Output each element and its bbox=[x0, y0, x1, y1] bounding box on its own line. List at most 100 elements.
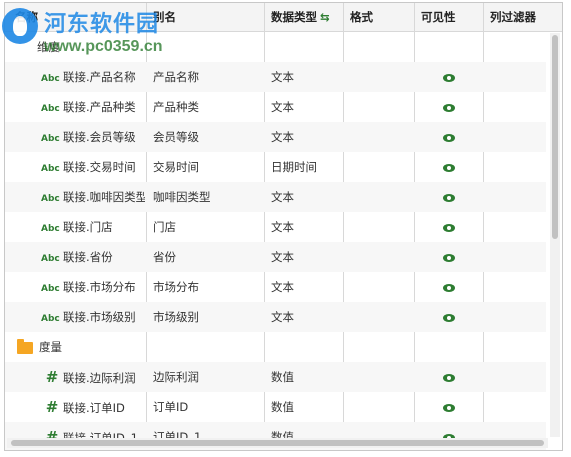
vertical-scrollbar[interactable] bbox=[550, 33, 560, 437]
table-body: 维度 Abc 联接.产品名称 产品名称 文本 Abc 联接.产品种类 产品种类 文本… bbox=[5, 32, 546, 450]
alias-cell[interactable]: 订单ID bbox=[153, 392, 188, 422]
alias-cell[interactable]: 门店 bbox=[153, 212, 176, 242]
field-name: 联接.产品名称 bbox=[63, 70, 136, 84]
refresh-icon[interactable]: ⇆ bbox=[320, 10, 330, 24]
field-name-cell: Abc 联接.省份 bbox=[41, 242, 145, 272]
table-row[interactable]: Abc 联接.市场分布 市场分布 文本 bbox=[5, 272, 546, 302]
alias-cell[interactable]: 咖啡因类型 bbox=[153, 182, 211, 212]
number-type-icon: # bbox=[45, 398, 59, 416]
alias-cell[interactable]: 市场级别 bbox=[153, 302, 199, 332]
column-header-datatype[interactable]: 数据类型 ⇆ bbox=[265, 3, 343, 31]
visibility-toggle[interactable] bbox=[443, 242, 455, 272]
text-type-icon: Abc bbox=[41, 314, 60, 324]
column-header-format[interactable]: 格式 bbox=[344, 3, 414, 31]
alias-cell[interactable]: 会员等级 bbox=[153, 122, 199, 152]
alias-cell[interactable]: 产品种类 bbox=[153, 92, 199, 122]
text-type-icon: Abc bbox=[41, 74, 60, 84]
visibility-toggle[interactable] bbox=[443, 272, 455, 302]
eye-icon bbox=[443, 193, 455, 202]
eye-icon bbox=[443, 223, 455, 232]
visibility-toggle[interactable] bbox=[443, 62, 455, 92]
eye-icon bbox=[443, 373, 455, 382]
text-type-icon: Abc bbox=[41, 134, 60, 144]
field-name-cell: Abc 联接.交易时间 bbox=[41, 152, 145, 182]
visibility-toggle[interactable] bbox=[443, 92, 455, 122]
group-row-measures[interactable]: 度量 bbox=[5, 332, 546, 362]
table-row[interactable]: Abc 联接.门店 门店 文本 bbox=[5, 212, 546, 242]
eye-icon bbox=[443, 313, 455, 322]
field-table-panel: 名称 别名 数据类型⇆ 格式 可见性 列过滤器 维度 Abc联接.产品名称 产品… bbox=[4, 2, 563, 451]
watermark-title: 河东软件园 bbox=[44, 11, 160, 37]
eye-icon bbox=[443, 73, 455, 82]
datatype-cell[interactable]: 文本 bbox=[271, 62, 294, 92]
visibility-toggle[interactable] bbox=[443, 212, 455, 242]
visibility-toggle[interactable] bbox=[443, 152, 455, 182]
text-type-icon: Abc bbox=[41, 164, 60, 174]
field-name-cell: # 联接.边际利润 bbox=[41, 362, 145, 392]
text-type-icon: Abc bbox=[41, 254, 60, 264]
datatype-cell[interactable]: 日期时间 bbox=[271, 152, 317, 182]
field-name-cell: Abc 联接.咖啡因类型 bbox=[41, 182, 145, 212]
field-name: 联接.交易时间 bbox=[63, 160, 136, 174]
eye-icon bbox=[443, 403, 455, 412]
field-name-cell: # 联接.订单ID bbox=[41, 392, 145, 422]
column-header-filter[interactable]: 列过滤器 bbox=[484, 3, 554, 31]
table-row[interactable]: # 联接.订单ID 订单ID 数值 bbox=[5, 392, 546, 422]
alias-cell[interactable]: 省份 bbox=[153, 242, 176, 272]
field-name-cell: Abc 联接.门店 bbox=[41, 212, 145, 242]
eye-icon bbox=[443, 283, 455, 292]
horizontal-scrollbar-thumb[interactable] bbox=[11, 440, 544, 446]
eye-icon bbox=[443, 253, 455, 262]
datatype-cell[interactable]: 文本 bbox=[271, 182, 294, 212]
alias-cell[interactable]: 交易时间 bbox=[153, 152, 199, 182]
alias-cell[interactable]: 产品名称 bbox=[153, 62, 199, 92]
datatype-cell[interactable]: 数值 bbox=[271, 362, 294, 392]
visibility-toggle[interactable] bbox=[443, 122, 455, 152]
table-row[interactable]: Abc 联接.会员等级 会员等级 文本 bbox=[5, 122, 546, 152]
column-header-visible[interactable]: 可见性 bbox=[415, 3, 483, 31]
field-name-cell: Abc 联接.产品名称 bbox=[41, 62, 145, 92]
table-row[interactable]: Abc 联接.交易时间 交易时间 日期时间 bbox=[5, 152, 546, 182]
table-row[interactable]: Abc 联接.省份 省份 文本 bbox=[5, 242, 546, 272]
datatype-cell[interactable]: 数值 bbox=[271, 392, 294, 422]
alias-cell[interactable]: 边际利润 bbox=[153, 362, 199, 392]
eye-icon bbox=[443, 163, 455, 172]
table-row[interactable]: Abc 联接.产品名称 产品名称 文本 bbox=[5, 62, 546, 92]
visibility-toggle[interactable] bbox=[443, 302, 455, 332]
field-name: 联接.咖啡因类型 bbox=[63, 190, 145, 204]
eye-icon bbox=[443, 133, 455, 142]
field-name: 联接.订单ID bbox=[63, 401, 125, 415]
group-label-measures: 度量 bbox=[39, 340, 62, 354]
datatype-cell[interactable]: 文本 bbox=[271, 242, 294, 272]
table-row[interactable]: # 联接.边际利润 边际利润 数值 bbox=[5, 362, 546, 392]
field-name: 联接.市场级别 bbox=[63, 310, 136, 324]
text-type-icon: Abc bbox=[41, 224, 60, 234]
datatype-cell[interactable]: 文本 bbox=[271, 92, 294, 122]
horizontal-scrollbar[interactable] bbox=[7, 438, 548, 448]
text-type-icon: Abc bbox=[41, 284, 60, 294]
datatype-cell[interactable]: 文本 bbox=[271, 122, 294, 152]
field-name-cell: Abc 联接.市场级别 bbox=[41, 302, 145, 332]
folder-icon bbox=[17, 338, 33, 354]
vertical-scrollbar-thumb[interactable] bbox=[552, 35, 558, 239]
group-label-cell: 度量 bbox=[17, 332, 62, 362]
datatype-cell[interactable]: 文本 bbox=[271, 272, 294, 302]
eye-icon bbox=[443, 103, 455, 112]
field-name-cell: Abc 联接.产品种类 bbox=[41, 92, 145, 122]
datatype-cell[interactable]: 文本 bbox=[271, 302, 294, 332]
visibility-toggle[interactable] bbox=[443, 362, 455, 392]
field-name: 联接.门店 bbox=[63, 220, 113, 234]
watermark-logo-icon bbox=[2, 8, 38, 44]
visibility-toggle[interactable] bbox=[443, 182, 455, 212]
field-name: 联接.省份 bbox=[63, 250, 113, 264]
number-type-icon: # bbox=[45, 368, 59, 386]
field-name: 联接.产品种类 bbox=[63, 100, 136, 114]
table-row[interactable]: Abc 联接.产品种类 产品种类 文本 bbox=[5, 92, 546, 122]
datatype-cell[interactable]: 文本 bbox=[271, 212, 294, 242]
alias-cell[interactable]: 市场分布 bbox=[153, 272, 199, 302]
field-name: 联接.市场分布 bbox=[63, 280, 136, 294]
visibility-toggle[interactable] bbox=[443, 392, 455, 422]
field-name: 联接.边际利润 bbox=[63, 371, 136, 385]
table-row[interactable]: Abc 联接.咖啡因类型 咖啡因类型 文本 bbox=[5, 182, 546, 212]
table-row[interactable]: Abc 联接.市场级别 市场级别 文本 bbox=[5, 302, 546, 332]
